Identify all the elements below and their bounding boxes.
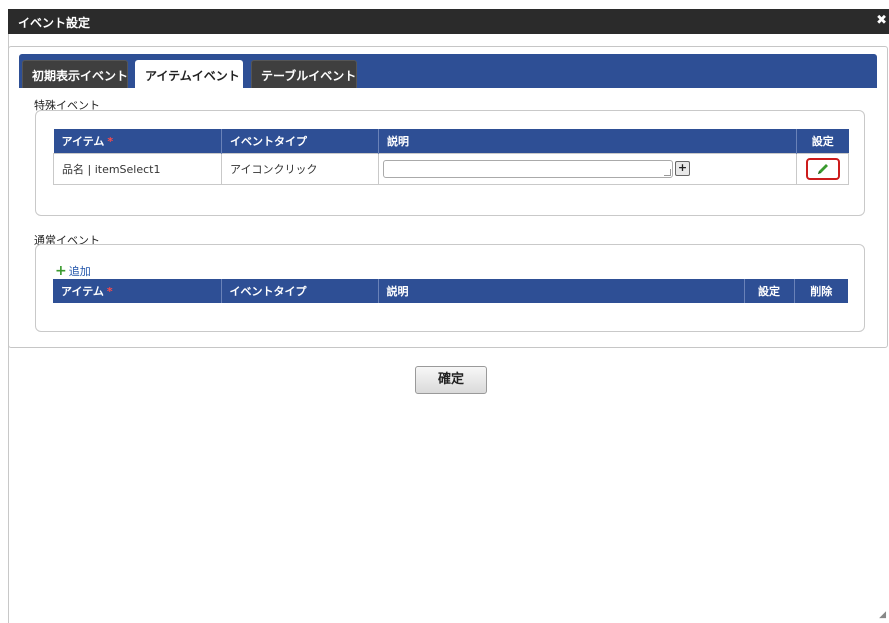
description-textarea[interactable] — [383, 159, 673, 178]
column-header-description: 説明 — [378, 129, 797, 153]
settings-cell — [796, 152, 849, 185]
add-label: 追加 — [68, 265, 91, 278]
column-header-settings: 設定 — [796, 129, 849, 153]
resize-grip-icon[interactable] — [664, 168, 671, 176]
column-header-description: 説明 — [378, 279, 745, 303]
resize-handle-icon[interactable]: ◢ — [879, 610, 886, 620]
required-mark: * — [106, 285, 113, 298]
required-mark: * — [107, 134, 114, 148]
confirm-button[interactable]: 確定 — [415, 366, 487, 394]
column-header-item: アイテム * — [53, 129, 222, 153]
tab-item-event[interactable]: アイテムイベント — [135, 60, 243, 88]
special-events-table: アイテム * イベントタイプ 説明 設定 品名 | itemSelect1 アイコ… — [53, 129, 849, 185]
event-type-cell: アイコンクリック — [221, 152, 379, 185]
tab-bar: 初期表示イベント アイテムイベント テーブルイベント — [19, 54, 877, 88]
pencil-icon — [817, 163, 828, 174]
add-icon: + — [55, 263, 67, 279]
column-header-delete: 削除 — [794, 279, 848, 303]
tab-table-event[interactable]: テーブルイベント — [251, 60, 357, 88]
column-header-settings: 設定 — [744, 279, 795, 303]
dialog-title: イベント設定 — [18, 16, 91, 30]
column-header-event-type: イベントタイプ — [221, 129, 379, 153]
item-cell: 品名 | itemSelect1 — [53, 152, 222, 185]
table-row: 品名 | itemSelect1 アイコンクリック + — [53, 152, 849, 185]
add-event-link[interactable]: + 追加 — [55, 263, 91, 279]
edit-settings-button[interactable] — [805, 157, 840, 180]
column-header-event-type: イベントタイプ — [221, 279, 379, 303]
close-icon[interactable]: ✖ — [876, 13, 887, 28]
description-cell: + — [378, 152, 797, 185]
tab-initial-display-event[interactable]: 初期表示イベント — [22, 60, 128, 88]
add-description-icon[interactable]: + — [675, 161, 690, 176]
column-header-item: アイテム * — [53, 279, 222, 303]
normal-events-table: アイテム * イベントタイプ 説明 設定 削除 — [53, 279, 848, 303]
dialog-titlebar: イベント設定 ✖ — [8, 9, 889, 34]
